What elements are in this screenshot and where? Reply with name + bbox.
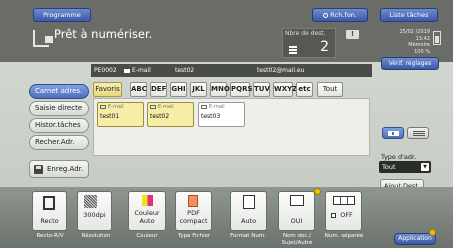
tab-pqrs[interactable]: PQRS [230, 82, 253, 97]
duplex-value: Recto [40, 217, 59, 225]
document-name-value: OUI [290, 217, 303, 225]
document-name-icon [290, 195, 304, 206]
address-name: test02 [175, 67, 195, 74]
scan-size-caption: Format Num. [230, 233, 266, 239]
address-type: E-mail [122, 64, 151, 77]
resolution-caption: Résolution [81, 233, 111, 239]
tab-all[interactable]: Tout [317, 82, 343, 97]
sidebar-item-address-search[interactable]: Recher.Adr. [29, 135, 89, 150]
page-title: Prêt à numériser. [54, 27, 153, 41]
selected-address-bar: PE0002 E-mail test02 test02@mail.eu [91, 64, 372, 77]
address-card-type: E-mail [100, 104, 124, 110]
destination-count-box: Nbre de dest. 2 [282, 28, 336, 58]
mail-icon [100, 104, 106, 109]
tab-jkl[interactable]: JKL [190, 82, 207, 97]
tab-favorites[interactable]: Favoris [93, 82, 122, 97]
search-button-label: Rch.fon. [330, 11, 357, 19]
address-list: E-mail test01 E-mail test02 E-mail test0… [93, 98, 370, 156]
list-icon [413, 131, 425, 136]
file-type-button[interactable]: PDF compact [175, 191, 212, 231]
sidebar-item-direct-input[interactable]: Saisie directe [29, 101, 89, 116]
search-icon [323, 12, 329, 18]
color-caption: Couleur [136, 233, 158, 239]
destination-count: 2 [320, 39, 329, 55]
document-name-button[interactable]: OUI [278, 191, 315, 231]
notice-dot-icon [314, 188, 321, 195]
memory-value: 100 % [414, 48, 430, 55]
address-card-type: E-mail [201, 104, 225, 110]
toner-level-icon [433, 31, 441, 45]
address-card-test01[interactable]: E-mail test01 [97, 102, 144, 127]
tab-tuv[interactable]: TUV [253, 82, 270, 97]
list-icon [289, 46, 297, 54]
scan-size-button[interactable]: Auto [230, 191, 267, 231]
address-code: PE0002 [94, 67, 117, 74]
tab-wxyz[interactable]: WXYZ [273, 82, 297, 97]
address-type-label: Type d'adr. [381, 153, 417, 161]
scan-icon [33, 30, 53, 47]
address-card-name: test01 [100, 113, 120, 120]
scan-size-value: Auto [240, 217, 257, 225]
document-name-caption: Nom doc./ Sujet/Autre [281, 233, 313, 246]
scan-screen: Programme Rch.fon. Liste tâches Prêt à n… [0, 0, 453, 248]
sidebar-item-job-history[interactable]: Histor.tâches [29, 118, 89, 133]
register-address-label: Enreg.Adr. [47, 165, 84, 173]
grid-view-button[interactable] [382, 127, 404, 139]
file-type-caption: Type Fichier [177, 233, 211, 239]
search-button[interactable]: Rch.fon. [312, 8, 368, 22]
separate-scan-caption: Num. séparée [324, 233, 364, 239]
address-card-name: test02 [150, 113, 170, 120]
register-address-button[interactable]: Enreg.Adr. [29, 160, 89, 178]
resolution-icon [84, 195, 97, 208]
tab-def[interactable]: DEF [150, 82, 167, 97]
page-icon [243, 195, 255, 209]
color-button[interactable]: Couleur Auto [128, 191, 166, 231]
separate-scan-icon [333, 196, 355, 205]
resolution-button[interactable]: 300dpi [77, 191, 112, 231]
duplex-caption: Recto-R/V [36, 233, 64, 239]
tab-mno[interactable]: MNO [210, 82, 230, 97]
color-icon [142, 195, 153, 206]
mail-icon [201, 104, 207, 109]
mail-icon [150, 104, 156, 109]
address-type-value: Tout [382, 163, 396, 171]
address-type-select[interactable]: Tout ▼ [379, 161, 431, 173]
tab-abc[interactable]: ABC [130, 82, 147, 97]
tab-etc[interactable]: etc [296, 82, 313, 97]
separate-scan-button[interactable]: OFF [325, 191, 362, 231]
address-card-name: test03 [201, 113, 221, 120]
address-email: test02@mail.eu [257, 67, 305, 74]
address-card-test03[interactable]: E-mail test03 [198, 102, 245, 127]
duplex-icon [43, 196, 55, 210]
duplex-button[interactable]: Recto [32, 191, 67, 231]
address-card-test02[interactable]: E-mail test02 [147, 102, 194, 127]
sidebar-item-address-book[interactable]: Carnet adres. [29, 84, 89, 99]
tab-ghi[interactable]: GHI [170, 82, 187, 97]
grid-icon [388, 131, 399, 136]
alert-icon[interactable]: ! [346, 30, 359, 39]
chevron-down-icon: ▼ [421, 163, 429, 171]
program-button[interactable]: Programme [33, 8, 91, 22]
file-type-value: PDF compact [179, 209, 208, 225]
save-icon [34, 165, 43, 174]
color-value: Couleur Auto [134, 209, 160, 225]
notice-dot-icon [429, 229, 436, 236]
pdf-icon [188, 195, 198, 207]
resolution-value: 300dpi [83, 211, 106, 219]
destination-count-label: Nbre de dest. [285, 30, 326, 37]
address-card-type: E-mail [150, 104, 174, 110]
system-status: 25/02 /2019 13:42 Mémoire 100 % [388, 29, 430, 55]
mail-icon [124, 68, 130, 73]
list-view-button[interactable] [407, 127, 429, 139]
separate-scan-value: OFF [340, 211, 353, 219]
job-list-button[interactable]: Liste tâches [380, 8, 438, 22]
check-settings-button[interactable]: Vérif. réglages [381, 57, 439, 70]
